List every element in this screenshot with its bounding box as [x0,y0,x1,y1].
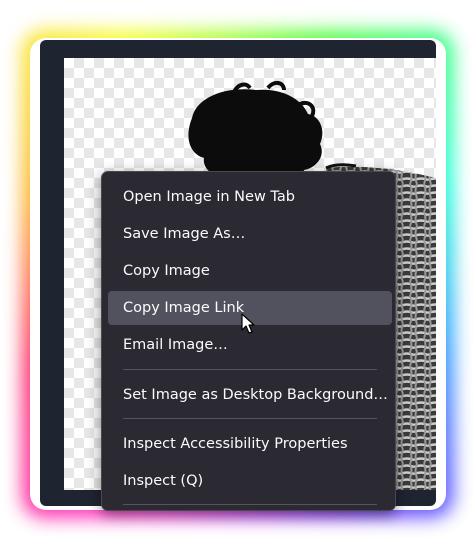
menu-item-open-image-new-tab[interactable]: Open Image in New Tab [108,180,392,214]
menu-separator [123,369,377,370]
menu-separator [123,418,377,419]
menu-item-set-desktop-background[interactable]: Set Image as Desktop Background… [108,378,392,412]
menu-separator [123,504,377,505]
context-menu: Open Image in New Tab Save Image As… Cop… [101,171,396,511]
menu-item-save-image-as[interactable]: Save Image As… [108,217,392,251]
menu-item-inspect[interactable]: Inspect (Q) [108,464,392,498]
menu-item-inspect-accessibility[interactable]: Inspect Accessibility Properties [108,427,392,461]
arrow-cursor-icon [241,313,255,334]
menu-item-copy-image[interactable]: Copy Image [108,254,392,288]
